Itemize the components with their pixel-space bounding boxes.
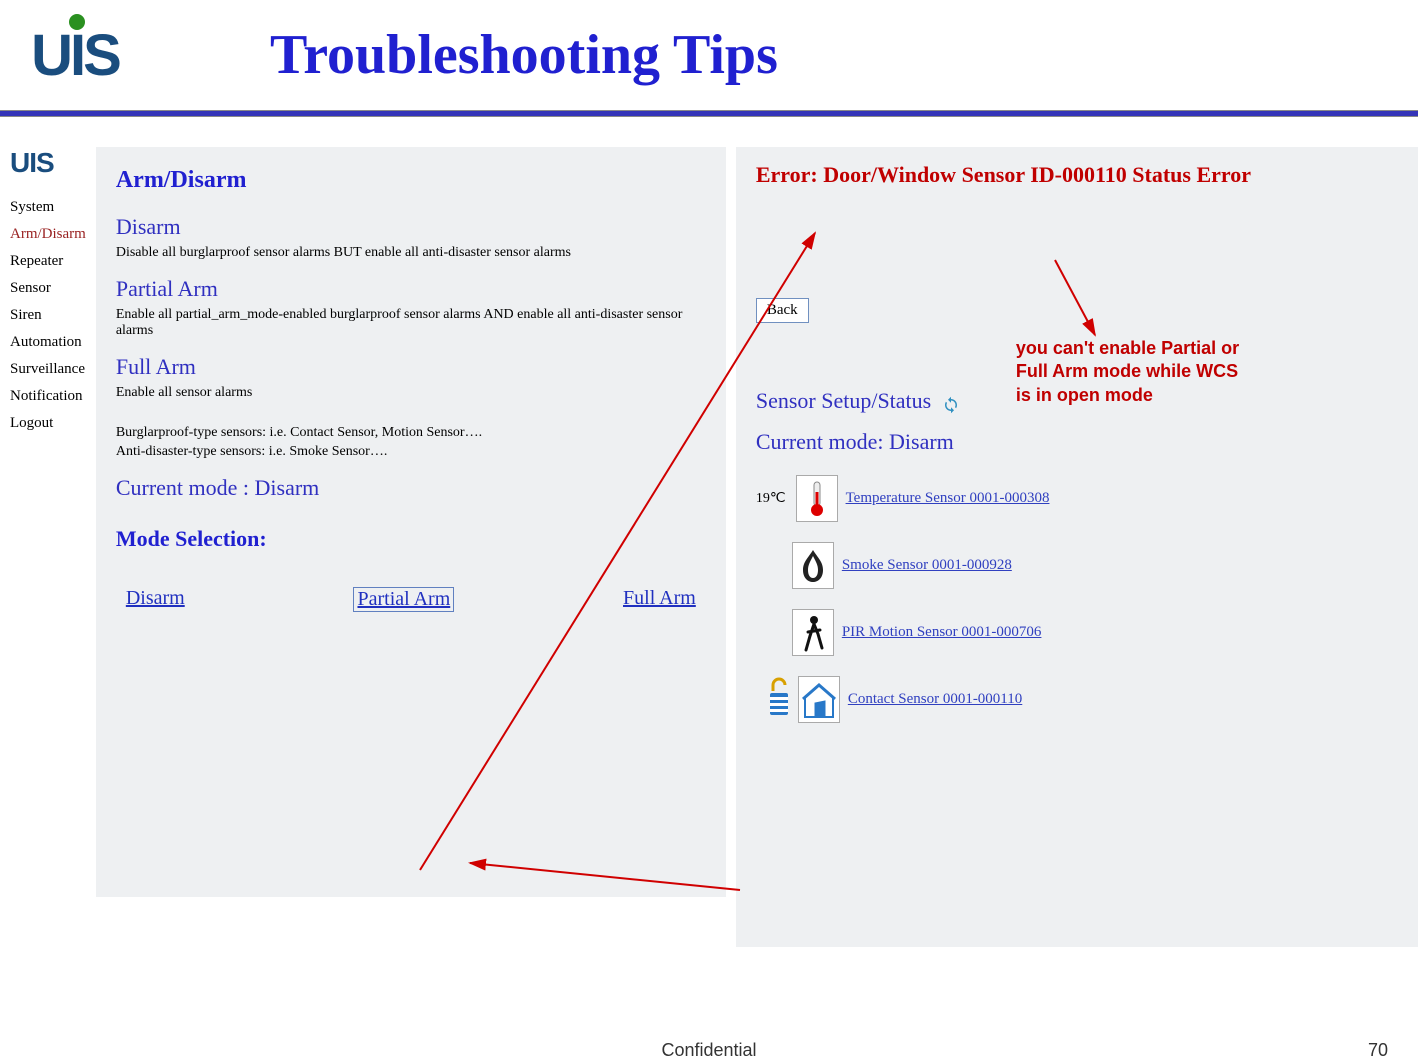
sensor-link-contact[interactable]: Contact Sensor 0001-000110	[848, 691, 1022, 708]
full-arm-desc: Enable all sensor alarms	[116, 385, 706, 401]
arm-disarm-panel: Arm/Disarm Disarm Disable all burglarpro…	[96, 147, 726, 897]
sensor-note-2: Anti-disaster-type sensors: i.e. Smoke S…	[116, 444, 706, 460]
sensor-link-temperature[interactable]: Temperature Sensor 0001-000308	[846, 490, 1050, 507]
nav-repeater[interactable]: Repeater	[10, 253, 86, 270]
nav-automation[interactable]: Automation	[10, 334, 86, 351]
uis-logo: UIS	[10, 5, 140, 105]
house-open-icon	[798, 676, 840, 723]
sensor-row-motion: PIR Motion Sensor 0001-000706	[756, 609, 1418, 656]
unlock-icon	[768, 677, 790, 722]
sensor-row-smoke: Smoke Sensor 0001-000928	[756, 542, 1418, 589]
sidebar-nav: UIS System Arm/Disarm Repeater Sensor Si…	[10, 147, 86, 947]
sensor-setup-label: Sensor Setup/Status	[756, 388, 931, 413]
header: UIS Troubleshooting Tips	[0, 0, 1418, 110]
mode-selection-row: Disarm Partial Arm Full Arm	[116, 587, 706, 612]
nav-surveillance[interactable]: Surveillance	[10, 361, 86, 378]
nav-notification[interactable]: Notification	[10, 388, 86, 405]
nav-sensor[interactable]: Sensor	[10, 280, 86, 297]
back-button[interactable]: Back	[756, 298, 809, 323]
partial-arm-heading: Partial Arm	[116, 276, 706, 302]
page-number: 70	[1368, 1040, 1388, 1061]
nav-siren[interactable]: Siren	[10, 307, 86, 324]
disarm-heading: Disarm	[116, 214, 706, 240]
motion-icon	[792, 609, 834, 656]
right-current-mode: Current mode: Disarm	[756, 429, 1418, 455]
nav-arm-disarm[interactable]: Arm/Disarm	[10, 226, 86, 243]
sensor-status-section: Sensor Setup/Status Current mode: Disarm…	[756, 388, 1418, 723]
partial-arm-desc: Enable all partial_arm_mode-enabled burg…	[116, 307, 706, 339]
fire-icon	[792, 542, 834, 589]
sensor-row-temperature: 19℃ Temperature Sensor 0001-000308	[756, 475, 1418, 522]
temperature-value: 19℃	[756, 490, 786, 507]
sensor-link-pir[interactable]: PIR Motion Sensor 0001-000706	[842, 624, 1042, 641]
sensor-link-smoke[interactable]: Smoke Sensor 0001-000928	[842, 557, 1012, 574]
nav-system[interactable]: System	[10, 199, 86, 216]
sensor-row-contact: Contact Sensor 0001-000110	[756, 676, 1418, 723]
annotation-text: you can't enable Partial or Full Arm mod…	[1016, 337, 1256, 407]
footer-confidential: Confidential	[661, 1040, 756, 1061]
refresh-icon[interactable]	[942, 394, 960, 412]
error-message: Error: Door/Window Sensor ID-000110 Stat…	[756, 162, 1418, 188]
full-arm-heading: Full Arm	[116, 354, 706, 380]
partial-arm-link[interactable]: Partial Arm	[353, 587, 454, 612]
nav-logout[interactable]: Logout	[10, 415, 86, 432]
page-title: Troubleshooting Tips	[270, 23, 778, 87]
thermometer-icon	[796, 475, 838, 522]
panel-title: Arm/Disarm	[116, 167, 706, 194]
mode-selection-label: Mode Selection:	[116, 526, 706, 552]
current-mode-label: Current mode : Disarm	[116, 475, 706, 501]
nav-logo: UIS	[10, 147, 86, 179]
disarm-link[interactable]: Disarm	[126, 587, 185, 612]
sensor-note-1: Burglarproof-type sensors: i.e. Contact …	[116, 425, 706, 441]
header-divider	[0, 110, 1418, 117]
disarm-desc: Disable all burglarproof sensor alarms B…	[116, 245, 706, 261]
content-area: UIS System Arm/Disarm Repeater Sensor Si…	[0, 117, 1418, 977]
full-arm-link[interactable]: Full Arm	[623, 587, 696, 612]
error-status-panel: Error: Door/Window Sensor ID-000110 Stat…	[736, 147, 1418, 947]
